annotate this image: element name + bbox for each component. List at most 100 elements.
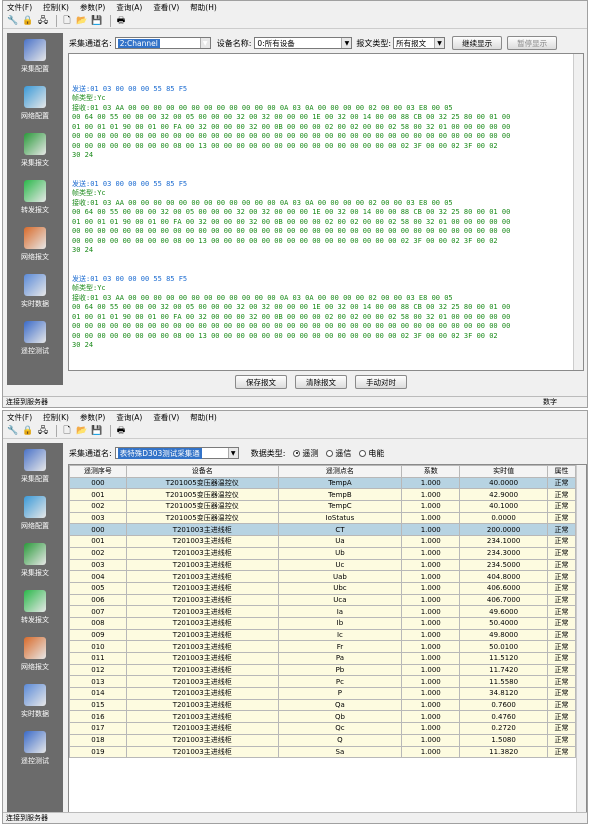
new-file-icon[interactable]: 🗋 — [61, 15, 73, 27]
menu-item[interactable]: 文件(F) — [7, 412, 32, 423]
column-header[interactable]: 实时值 — [459, 465, 549, 478]
table-row[interactable]: 013 T201003主进线柜 Pc 1.000 11.5580 正常 — [69, 675, 576, 689]
table-cell: 40.1000 — [459, 500, 549, 513]
manual-time-sync-button[interactable]: 手动对时 — [355, 375, 407, 389]
wrench-icon[interactable]: 🔧 — [7, 15, 19, 27]
message-type-select[interactable]: 所有报文 ▼ — [393, 37, 446, 49]
nav-item[interactable]: 遥控测试 — [7, 315, 63, 362]
nav-item[interactable]: 实时数据 — [7, 268, 63, 315]
table-row[interactable]: 003 T201003主进线柜 Uc 1.000 234.5000 正常 — [69, 558, 576, 572]
nav-item[interactable]: 实时数据 — [7, 678, 63, 725]
chevron-down-icon[interactable]: ▼ — [341, 38, 352, 48]
open-folder-icon[interactable]: 📂 — [76, 15, 88, 27]
lock-icon[interactable]: 🔒 — [22, 15, 34, 27]
menu-item[interactable]: 查看(V) — [153, 2, 179, 13]
table-row[interactable]: 005 T201003主进线柜 Ubc 1.000 406.6000 正常 — [69, 581, 576, 595]
nav-item[interactable]: 遥控测试 — [7, 725, 63, 772]
nav-item[interactable]: 网络配置 — [7, 490, 63, 537]
table-row[interactable]: 009 T201003主进线柜 Ic 1.000 49.8000 正常 — [69, 628, 576, 642]
table-row[interactable]: 017 T201003主进线柜 Qc 1.000 0.2720 正常 — [69, 722, 576, 735]
table-row[interactable]: 006 T201003主进线柜 Uca 1.000 406.7000 正常 — [69, 593, 576, 607]
table-row[interactable]: 002 T201005变压器温控仪 TempC 1.000 40.1000 正常 — [69, 500, 576, 513]
device-select[interactable]: 0:所有设备 ▼ — [254, 37, 353, 49]
message-log[interactable]: 发送:01 03 00 00 00 55 85 F5 帧类型:Yc 接收:01 03… — [68, 53, 584, 371]
open-folder-icon[interactable]: 📂 — [76, 425, 88, 437]
table-row[interactable]: 019 T201003主进线柜 Sa 1.000 11.3820 正常 — [69, 745, 576, 759]
table-row[interactable]: 004 T201003主进线柜 Uab 1.000 404.8000 正常 — [69, 570, 576, 583]
lock-icon[interactable]: 🔒 — [22, 425, 34, 437]
menu-item[interactable]: 控制(K) — [43, 412, 69, 423]
menu-item[interactable]: 帮助(H) — [190, 412, 217, 423]
column-header[interactable]: 遥测点名 — [277, 465, 403, 478]
table-row[interactable]: 000 T201003主进线柜 CT 1.000 200.0000 正常 — [69, 523, 576, 537]
nav-item[interactable]: 网络报文 — [7, 221, 63, 268]
column-header[interactable]: 设备名 — [125, 465, 279, 478]
table-row[interactable]: 001 T201005变压器温控仪 TempB 1.000 42.9000 正常 — [69, 488, 576, 502]
wrench-icon[interactable]: 🔧 — [7, 425, 19, 437]
save-icon[interactable]: 💾 — [91, 425, 103, 437]
table-cell: 404.8000 — [459, 570, 549, 583]
table-cell: 003 — [69, 558, 127, 572]
table-row[interactable]: 018 T201003主进线柜 Q 1.000 1.5080 正常 — [69, 733, 576, 747]
print-icon[interactable]: 🖶 — [115, 425, 127, 437]
nav-item[interactable]: 网络配置 — [7, 80, 63, 127]
menu-item[interactable]: 帮助(H) — [190, 2, 217, 13]
table-row[interactable]: 002 T201003主进线柜 Ub 1.000 234.3000 正常 — [69, 546, 576, 560]
table-row[interactable]: 014 T201003主进线柜 P 1.000 34.8120 正常 — [69, 687, 576, 700]
table-row[interactable]: 007 T201003主进线柜 Ia 1.000 49.6000 正常 — [69, 605, 576, 618]
chevron-down-icon[interactable]: ▼ — [434, 38, 445, 48]
table-row[interactable]: 000 T201005变压器温控仪 TempA 1.000 40.0000 正常 — [69, 476, 576, 490]
menu-item[interactable]: 查询(A) — [116, 2, 142, 13]
channel-select[interactable]: 2:Channel ▼ — [114, 37, 211, 49]
table-row[interactable]: 003 T201005变压器温控仪 IoStatus 1.000 0.0000 正常 — [69, 511, 576, 525]
network-icon[interactable]: 🖧 — [37, 425, 49, 437]
column-header[interactable]: 遥测序号 — [69, 465, 127, 478]
table-cell: T201003主进线柜 — [125, 523, 279, 537]
table-cell: Fr — [277, 640, 403, 653]
network-icon[interactable]: 🖧 — [37, 15, 49, 27]
table-row[interactable]: 010 T201003主进线柜 Fr 1.000 50.0100 正常 — [69, 640, 576, 653]
radio-button[interactable] — [326, 449, 334, 457]
nav-item[interactable]: 网络报文 — [7, 631, 63, 678]
log-scrollbar[interactable] — [573, 54, 583, 370]
clear-message-button[interactable]: 清除报文 — [295, 375, 347, 389]
chevron-down-icon[interactable]: ▼ — [227, 448, 238, 458]
menu-item[interactable]: 控制(K) — [43, 2, 69, 13]
nav-item[interactable]: 采集配置 — [7, 443, 63, 490]
menu-item[interactable]: 查询(A) — [116, 412, 142, 423]
menu-item[interactable]: 查看(V) — [153, 412, 179, 423]
table-row[interactable]: 001 T201003主进线柜 Ua 1.000 234.1000 正常 — [69, 535, 576, 548]
message-type-label: 报文类型: — [356, 38, 392, 48]
chevron-down-icon[interactable]: ▼ — [199, 38, 210, 48]
menu-item[interactable]: 参数(P) — [80, 2, 105, 13]
table-row[interactable]: 008 T201003主进线柜 Ib 1.000 50.4000 正常 — [69, 616, 576, 630]
table-cell: T201003主进线柜 — [125, 628, 279, 642]
nav-item[interactable]: 采集报文 — [7, 537, 63, 584]
save-message-button[interactable]: 保存报文 — [235, 375, 287, 389]
menu-item[interactable]: 文件(F) — [7, 2, 32, 13]
table-row[interactable]: 015 T201003主进线柜 Qa 1.000 0.7600 正常 — [69, 698, 576, 712]
save-icon[interactable]: 💾 — [91, 15, 103, 27]
remote-test-icon — [24, 731, 46, 753]
table-row[interactable]: 011 T201003主进线柜 Pa 1.000 11.5120 正常 — [69, 652, 576, 665]
pause-display-button[interactable]: 暂停显示 — [507, 36, 558, 50]
menu-item[interactable]: 参数(P) — [80, 412, 105, 423]
nav-item[interactable]: 采集配置 — [7, 33, 63, 80]
channel-select[interactable]: 表特殊D303测试采集通 ▼ — [114, 447, 239, 459]
config-icon — [24, 39, 46, 61]
continue-display-button[interactable]: 继续显示 — [452, 36, 503, 50]
radio-button[interactable] — [359, 449, 367, 457]
column-header[interactable]: 系数 — [401, 465, 461, 478]
new-file-icon[interactable]: 🗋 — [61, 425, 73, 437]
data-type-radios: 遥测 遥信 电能 — [285, 448, 384, 459]
table-scrollbar[interactable] — [576, 465, 586, 812]
nav-item[interactable]: 采集报文 — [7, 127, 63, 174]
print-icon[interactable]: 🖶 — [115, 15, 127, 27]
table-row[interactable]: 016 T201003主进线柜 Qb 1.000 0.4760 正常 — [69, 710, 576, 724]
table-row[interactable]: 012 T201003主进线柜 Pb 1.000 11.7420 正常 — [69, 663, 576, 677]
nav-item[interactable]: 转发报文 — [7, 174, 63, 221]
radio-label: 遥测 — [302, 448, 319, 458]
nav-item[interactable]: 转发报文 — [7, 584, 63, 631]
radio-button[interactable] — [293, 449, 301, 457]
column-header[interactable]: 属性 — [547, 465, 576, 478]
